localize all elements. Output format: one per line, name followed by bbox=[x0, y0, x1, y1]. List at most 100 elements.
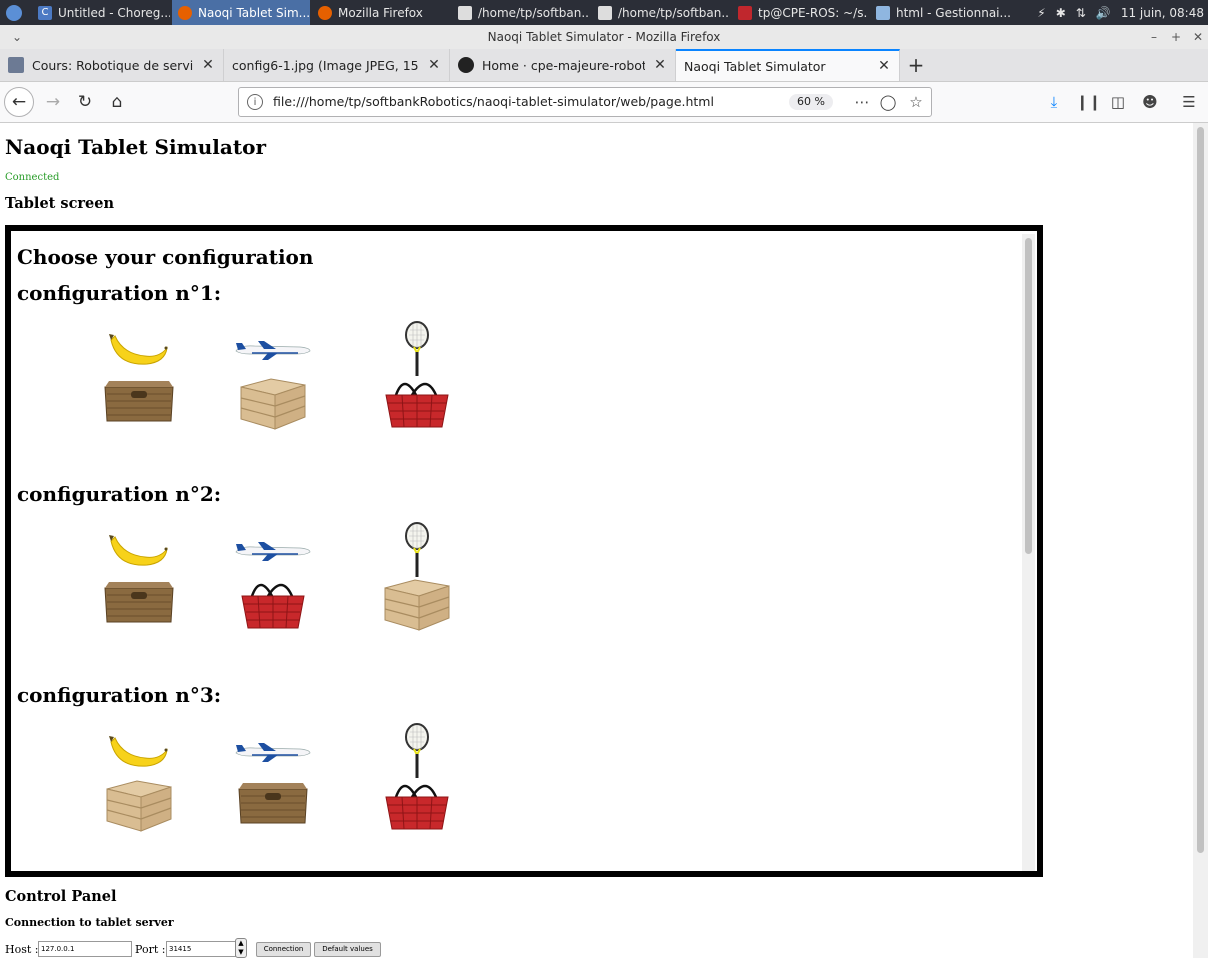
taskbar-label: Mozilla Firefox bbox=[338, 5, 423, 20]
sidebar-icon[interactable]: ◫ bbox=[1108, 92, 1128, 112]
taskbar-label: Naoqi Tablet Sim... bbox=[198, 5, 310, 20]
window-menu-icon[interactable]: ⌄ bbox=[8, 25, 26, 49]
configuration-block[interactable]: configuration n°1: bbox=[17, 281, 537, 471]
tab-label: Home · cpe-majeure-robotiqu bbox=[482, 57, 645, 73]
banana-icon[interactable] bbox=[107, 527, 171, 577]
tab-naoqi-simulator[interactable]: Naoqi Tablet Simulator ✕ bbox=[676, 49, 900, 81]
bookmark-star-icon[interactable]: ☆ bbox=[905, 91, 927, 113]
maximize-icon[interactable]: + bbox=[1167, 25, 1185, 49]
tab-label: Naoqi Tablet Simulator bbox=[684, 58, 826, 74]
close-window-icon[interactable]: ✕ bbox=[1189, 25, 1207, 49]
taskbar-item-firefox[interactable]: Mozilla Firefox bbox=[312, 0, 450, 25]
close-tab-icon[interactable]: ✕ bbox=[877, 58, 891, 74]
taskbar-label: Untitled - Choreg... bbox=[58, 5, 170, 20]
airplane-icon[interactable] bbox=[234, 538, 312, 566]
tablet-screen: Choose your configuration configuration … bbox=[5, 225, 1043, 877]
taskbar-item-file-manager[interactable]: html - Gestionnai... bbox=[870, 0, 1010, 25]
window-title: Naoqi Tablet Simulator - Mozilla Firefox bbox=[0, 25, 1208, 49]
configuration-block[interactable]: configuration n°3: bbox=[17, 683, 537, 871]
wicker-basket-icon[interactable] bbox=[101, 377, 177, 433]
back-button[interactable]: ← bbox=[4, 87, 34, 117]
library-icon[interactable]: ❙❙ bbox=[1076, 92, 1101, 112]
connection-status: Connected bbox=[5, 172, 60, 183]
reload-button[interactable]: ↻ bbox=[70, 87, 100, 117]
wicker-basket-icon[interactable] bbox=[101, 578, 177, 634]
taskbar-item-editor-1[interactable]: /home/tp/softban... bbox=[452, 0, 590, 25]
system-panel: C Untitled - Choreg... Naoqi Tablet Sim.… bbox=[0, 0, 1208, 25]
info-icon[interactable]: i bbox=[247, 94, 263, 110]
tab-config-image[interactable]: config6-1.jpg (Image JPEG, 1575 × ✕ bbox=[224, 49, 450, 81]
tab-label: Cours: Robotique de service - bbox=[32, 57, 193, 73]
red-basket-icon[interactable] bbox=[238, 574, 308, 638]
default-values-button[interactable]: Default values bbox=[314, 942, 381, 957]
clock[interactable]: 11 juin, 08:48 bbox=[1121, 6, 1204, 20]
close-tab-icon[interactable]: ✕ bbox=[201, 57, 215, 73]
taskbar-item-naoqi[interactable]: Naoqi Tablet Sim... bbox=[172, 0, 310, 25]
red-basket-icon[interactable] bbox=[382, 775, 452, 839]
zoom-level-badge[interactable]: 60 % bbox=[789, 94, 833, 110]
pocket-icon[interactable]: ◯ bbox=[877, 91, 899, 113]
firefox-icon bbox=[178, 5, 192, 20]
power-plug-icon[interactable]: ⚡ bbox=[1037, 6, 1045, 20]
hamburger-menu-icon[interactable]: ☰ bbox=[1179, 92, 1199, 112]
host-input[interactable]: 127.0.0.1 bbox=[38, 941, 132, 957]
app-menu-button[interactable] bbox=[0, 0, 30, 25]
navigation-bar: ← → ↻ ⌂ i file:///home/tp/softbankRoboti… bbox=[0, 82, 1208, 123]
url-text[interactable]: file:///home/tp/softbankRobotics/naoqi-t… bbox=[273, 88, 714, 116]
taskbar-item-terminal[interactable]: tp@CPE-ROS: ~/s... bbox=[732, 0, 868, 25]
port-stepper[interactable]: ▲ ▼ bbox=[235, 938, 247, 958]
network-icon[interactable]: ⇅ bbox=[1076, 6, 1086, 20]
bluetooth-icon[interactable]: ✱ bbox=[1056, 6, 1066, 20]
volume-icon[interactable]: 🔊 bbox=[1096, 6, 1111, 20]
choose-configuration-title: Choose your configuration bbox=[17, 245, 314, 269]
taskbar-label: tp@CPE-ROS: ~/s... bbox=[758, 5, 868, 20]
port-label: Port : bbox=[135, 943, 166, 956]
home-button[interactable]: ⌂ bbox=[102, 87, 132, 117]
taskbar-label: html - Gestionnai... bbox=[896, 5, 1010, 20]
banana-icon[interactable] bbox=[107, 326, 171, 376]
configuration-title: configuration n°1: bbox=[17, 281, 222, 305]
taskbar-item-choregraphe[interactable]: C Untitled - Choreg... bbox=[32, 0, 170, 25]
wooden-crate-icon[interactable] bbox=[237, 373, 309, 437]
airplane-icon[interactable] bbox=[234, 337, 312, 365]
terminal-icon bbox=[738, 5, 752, 20]
github-icon bbox=[458, 57, 474, 73]
page-scrollbar[interactable] bbox=[1193, 123, 1208, 958]
taskbar-item-editor-2[interactable]: /home/tp/softban... bbox=[592, 0, 730, 25]
tab-github[interactable]: Home · cpe-majeure-robotiqu ✕ bbox=[450, 49, 676, 81]
folder-icon bbox=[876, 5, 890, 20]
downloads-icon[interactable]: ⤓ bbox=[1044, 92, 1064, 112]
taskbar-label: /home/tp/softban... bbox=[618, 5, 730, 20]
forward-button[interactable]: → bbox=[38, 87, 68, 117]
wicker-basket-icon[interactable] bbox=[235, 779, 311, 835]
mouse-logo-icon bbox=[6, 4, 22, 21]
control-panel-heading: Control Panel bbox=[5, 888, 117, 905]
wooden-crate-icon[interactable] bbox=[381, 574, 453, 638]
configuration-title: configuration n°2: bbox=[17, 482, 222, 506]
airplane-icon[interactable] bbox=[234, 739, 312, 767]
page-scrollbar-thumb[interactable] bbox=[1197, 127, 1204, 853]
page-actions-icon[interactable]: ⋯ bbox=[851, 91, 873, 113]
url-bar[interactable]: i file:///home/tp/softbankRobotics/naoqi… bbox=[238, 87, 932, 117]
host-label: Host : bbox=[5, 943, 39, 956]
tab-cours[interactable]: Cours: Robotique de service - ✕ bbox=[0, 49, 224, 81]
minimize-icon[interactable]: – bbox=[1145, 25, 1163, 49]
tablet-scrollbar-thumb[interactable] bbox=[1025, 238, 1032, 554]
firefox-icon bbox=[318, 5, 332, 20]
system-tray: ⚡ ✱ ⇅ 🔊 11 juin, 08:48 bbox=[1037, 0, 1204, 25]
account-icon[interactable]: ☻ bbox=[1140, 92, 1160, 112]
red-basket-icon[interactable] bbox=[382, 373, 452, 437]
port-input[interactable]: 31415 bbox=[166, 941, 236, 957]
choregraphe-icon: C bbox=[38, 5, 52, 20]
configuration-block[interactable]: configuration n°2: bbox=[17, 482, 537, 672]
new-tab-button[interactable]: + bbox=[904, 49, 928, 81]
close-tab-icon[interactable]: ✕ bbox=[653, 57, 667, 73]
tablet-scrollbar[interactable] bbox=[1022, 234, 1035, 871]
web-page: Naoqi Tablet Simulator Connected Tablet … bbox=[0, 123, 1193, 958]
connection-heading: Connection to tablet server bbox=[5, 916, 174, 929]
wooden-crate-icon[interactable] bbox=[103, 775, 175, 839]
connection-button[interactable]: Connection bbox=[256, 942, 311, 957]
text-editor-icon bbox=[458, 5, 472, 20]
banana-icon[interactable] bbox=[107, 728, 171, 778]
close-tab-icon[interactable]: ✕ bbox=[427, 57, 441, 73]
